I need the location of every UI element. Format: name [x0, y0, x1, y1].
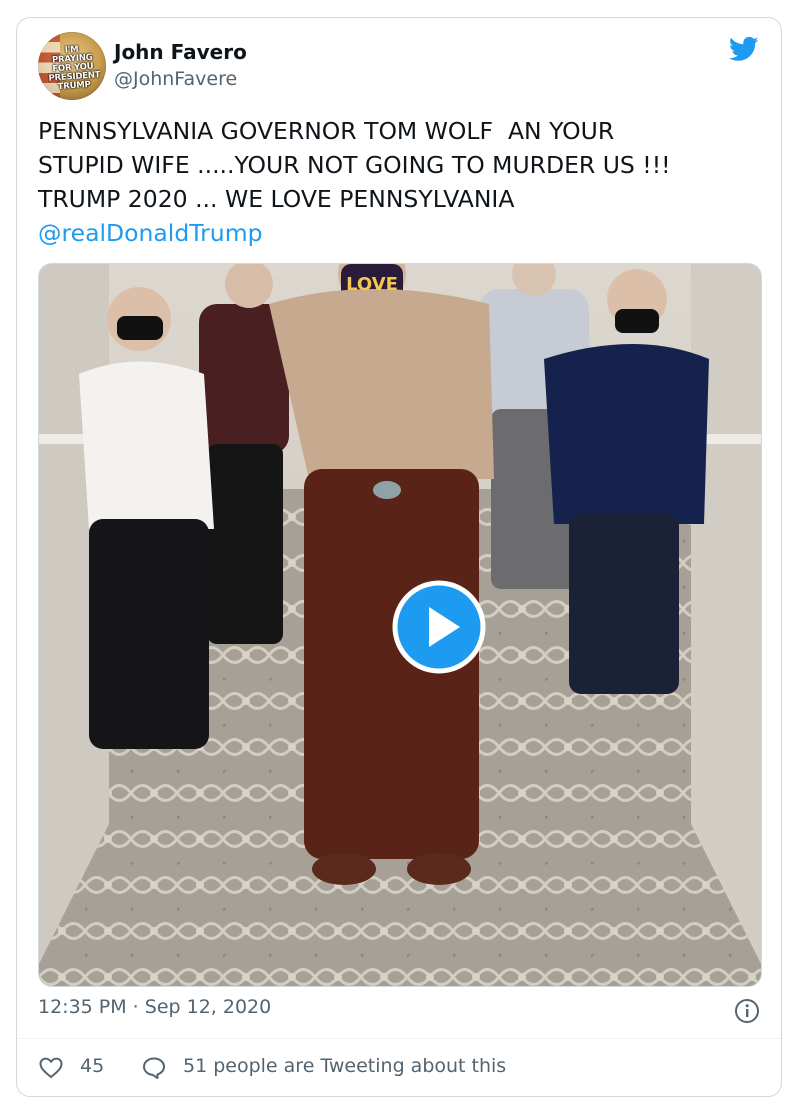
twitter-bird-icon[interactable] — [727, 34, 761, 64]
tweet-body: PENNSYLVANIA GOVERNOR TOM WOLF AN YOUR S… — [38, 117, 671, 213]
play-button[interactable] — [392, 580, 486, 674]
author-handle[interactable]: @JohnFavere — [114, 68, 237, 90]
avatar-caption: I'M PRAYING FOR YOU PRESIDENT TRUMP — [48, 44, 101, 93]
engagement-divider — [17, 1038, 781, 1039]
tweet-timestamp[interactable]: 12:35 PM · Sep 12, 2020 — [38, 996, 271, 1018]
heart-icon[interactable] — [38, 1055, 64, 1081]
mask-lettering: LOVE — [346, 274, 398, 295]
like-count[interactable]: 45 — [80, 1055, 104, 1077]
info-icon[interactable] — [734, 998, 760, 1024]
tweet-text: PENNSYLVANIA GOVERNOR TOM WOLF AN YOUR S… — [38, 114, 768, 250]
author-avatar[interactable]: I'M PRAYING FOR YOU PRESIDENT TRUMP — [38, 32, 106, 100]
tweeting-about-link[interactable]: 51 people are Tweeting about this — [183, 1055, 506, 1077]
mention-link[interactable]: @realDonaldTrump — [38, 219, 263, 247]
tweet-video[interactable]: LOVE — [38, 263, 762, 987]
speech-bubble-icon[interactable] — [141, 1055, 167, 1081]
author-name[interactable]: John Favero — [114, 40, 247, 64]
